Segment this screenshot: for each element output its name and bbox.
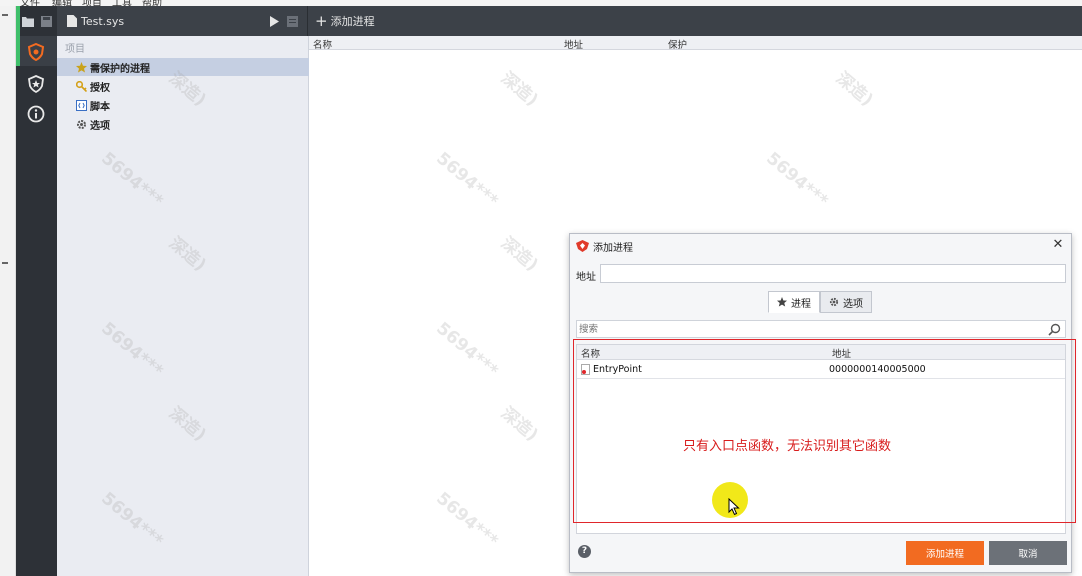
- run-icon[interactable]: [270, 6, 279, 36]
- watermark: 深造): [496, 233, 542, 276]
- address-input[interactable]: [600, 264, 1066, 283]
- mouse-pointer-icon: [728, 498, 740, 516]
- rail-active-indicator: [16, 6, 20, 66]
- tab-options[interactable]: 选项: [820, 291, 872, 313]
- process-list-header: 名称 地址 保护: [309, 36, 1082, 51]
- grid-column-name[interactable]: 名称: [581, 346, 600, 360]
- add-process-toolbar-label: 添加进程: [330, 15, 375, 28]
- search-icon[interactable]: [1048, 323, 1061, 336]
- search-input[interactable]: [576, 320, 1066, 338]
- tree-item-label: 授权: [90, 82, 110, 94]
- desktop-edge: [0, 6, 16, 576]
- star-icon: [777, 297, 787, 307]
- tab-label: 进程: [791, 298, 811, 310]
- plus-icon: +: [315, 12, 328, 30]
- watermark: 5694***: [432, 318, 502, 382]
- watermark: 深造): [831, 68, 877, 111]
- tree-item-license[interactable]: 授权: [57, 77, 309, 95]
- file-tab[interactable]: Test.sys: [67, 6, 124, 36]
- tree-item-script[interactable]: 脚本: [57, 96, 309, 114]
- shield-star-icon[interactable]: [24, 72, 48, 96]
- script-icon: [75, 99, 87, 111]
- icon-rail: [16, 6, 57, 576]
- table-row[interactable]: EntryPoint 0000000140005000: [577, 361, 1065, 379]
- info-icon[interactable]: [24, 102, 48, 126]
- row-address: 0000000140005000: [829, 364, 926, 375]
- column-name[interactable]: 名称: [313, 37, 332, 51]
- toolbar: Test.sys + 添加进程: [22, 6, 1082, 36]
- project-tree: 项目 需保护的进程 授权 脚本 选项: [57, 36, 309, 576]
- function-icon: [581, 364, 590, 375]
- app-logo-icon: [576, 240, 589, 252]
- gear-icon: [829, 297, 839, 307]
- watermark: 5694***: [762, 148, 832, 212]
- column-address[interactable]: 地址: [564, 37, 583, 51]
- dialog-titlebar: 添加进程: [570, 234, 1071, 258]
- add-process-button[interactable]: 添加进程: [906, 541, 984, 565]
- dialog-tabs: 进程 选项: [768, 291, 872, 313]
- tree-item-label: 需保护的进程: [90, 63, 150, 75]
- tree-header: 项目: [65, 44, 85, 55]
- watermark: 5694***: [432, 488, 502, 552]
- dialog-title: 添加进程: [593, 242, 633, 254]
- save-icon[interactable]: [41, 6, 52, 36]
- add-process-toolbar-button[interactable]: + 添加进程: [315, 6, 375, 36]
- tab-label: 选项: [843, 298, 863, 310]
- tree-item-options[interactable]: 选项: [57, 115, 309, 133]
- cancel-button[interactable]: 取消: [989, 541, 1067, 565]
- tab-processes[interactable]: 进程: [768, 291, 820, 313]
- watermark: 深造): [496, 68, 542, 111]
- open-folder-icon[interactable]: [22, 6, 34, 36]
- gear-icon: [75, 118, 87, 130]
- toolbar-separator: [307, 6, 308, 36]
- key-icon: [75, 80, 87, 92]
- watermark: 5694***: [432, 148, 502, 212]
- list-view-icon[interactable]: [287, 6, 298, 36]
- tree-item-label: 脚本: [90, 101, 110, 113]
- document-icon: [67, 15, 77, 27]
- help-icon[interactable]: ?: [578, 545, 591, 558]
- shield-protect-icon[interactable]: [24, 40, 48, 64]
- annotation-text: 只有入口点函数，无法识别其它函数: [683, 439, 892, 454]
- close-icon[interactable]: ✕: [1051, 238, 1065, 252]
- address-label: 地址: [576, 272, 596, 283]
- watermark: 深造): [496, 403, 542, 446]
- column-protection[interactable]: 保护: [668, 37, 687, 51]
- edge-mark: [2, 14, 8, 16]
- add-process-dialog: 添加进程 ✕ 地址 进程 选项 名称 地址 EntryPoint 0000000…: [569, 233, 1072, 573]
- file-name: Test.sys: [81, 14, 125, 28]
- tree-item-protected-processes[interactable]: 需保护的进程: [57, 58, 309, 76]
- tree-item-label: 选项: [90, 120, 110, 132]
- star-icon: [75, 61, 87, 73]
- edge-mark: [2, 262, 8, 264]
- grid-column-address[interactable]: 地址: [832, 346, 851, 360]
- grid-header: 名称 地址: [577, 345, 1065, 360]
- row-name: EntryPoint: [593, 364, 642, 375]
